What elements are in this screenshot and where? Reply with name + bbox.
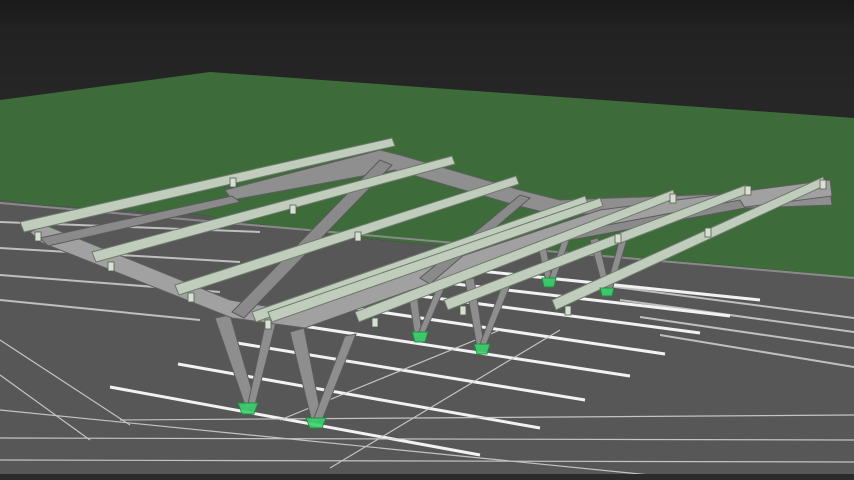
3d-viewport[interactable] bbox=[0, 0, 854, 480]
viewport-bottom-edge bbox=[0, 474, 854, 480]
scene-canvas bbox=[0, 72, 854, 480]
